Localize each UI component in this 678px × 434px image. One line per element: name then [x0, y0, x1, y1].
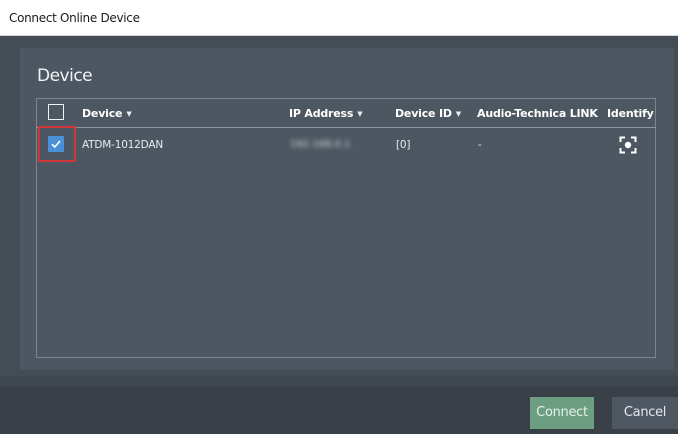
section-title: Device: [37, 66, 93, 86]
sort-caret-icon: ▼: [455, 110, 461, 118]
column-header-identify-label: Identify: [607, 107, 654, 120]
device-table: [36, 98, 656, 358]
window-title: Connect Online Device: [9, 11, 140, 25]
select-all-checkbox[interactable]: [48, 104, 64, 120]
row-checkbox[interactable]: [48, 136, 64, 152]
cell-ip-address: 192.168.0.1: [290, 139, 351, 150]
header-divider: [36, 127, 656, 128]
footer-divider: [0, 376, 678, 386]
column-header-device[interactable]: Device ▼: [82, 107, 132, 120]
column-header-device-id[interactable]: Device ID ▼: [395, 107, 461, 120]
sort-caret-icon: ▼: [126, 110, 132, 118]
cancel-button[interactable]: Cancel: [612, 397, 678, 429]
identify-button[interactable]: [619, 136, 637, 154]
connect-button[interactable]: Connect: [530, 397, 594, 429]
column-header-at-link[interactable]: Audio-Technica LINK: [477, 107, 598, 120]
cell-device-id: [0]: [396, 139, 411, 151]
column-header-identify[interactable]: Identify: [607, 107, 654, 120]
column-header-device-id-label: Device ID: [395, 107, 452, 120]
target-icon: [619, 136, 637, 154]
title-bar: Connect Online Device: [0, 0, 678, 36]
column-header-at-link-label: Audio-Technica LINK: [477, 107, 598, 120]
sort-caret-icon: ▼: [357, 110, 363, 118]
column-header-device-label: Device: [82, 107, 123, 120]
cell-device: ATDM-1012DAN: [82, 139, 163, 151]
checkmark-icon: [51, 140, 61, 149]
cell-at-link: -: [478, 139, 482, 151]
column-header-ip-label: IP Address: [289, 107, 354, 120]
column-header-ip-address[interactable]: IP Address ▼: [289, 107, 363, 120]
